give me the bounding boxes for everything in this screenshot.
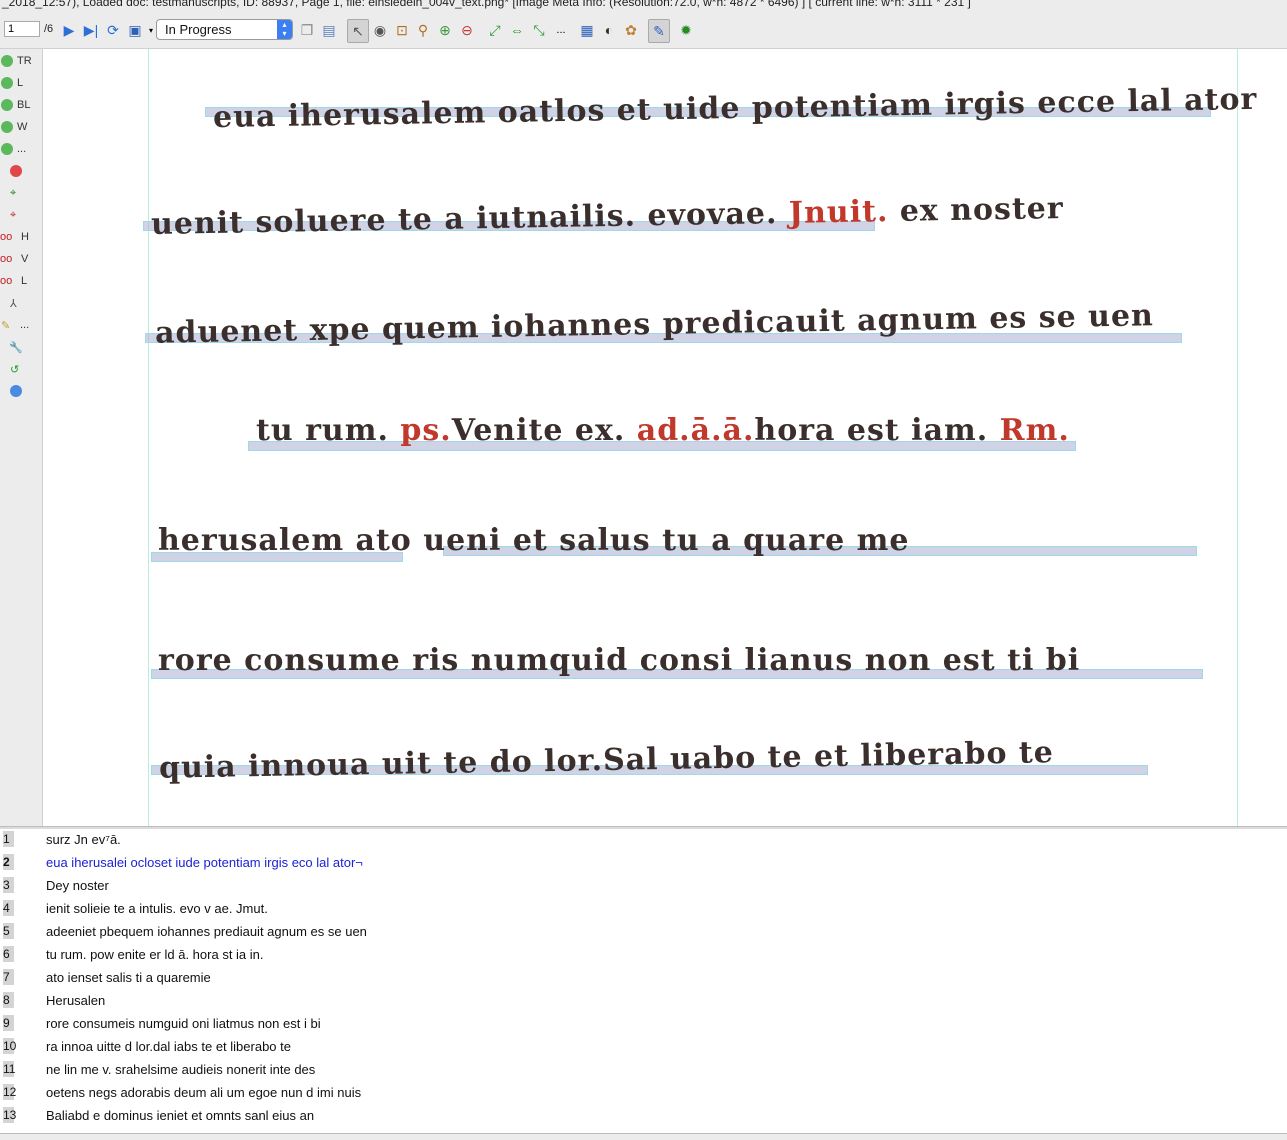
transcription-row[interactable]: 5 adeeniet pbequem iohannes prediauit agn… bbox=[0, 921, 1287, 944]
manuscript-line-6[interactable]: rore consume ris numquid consi lianus no… bbox=[158, 643, 1080, 678]
select-arrow-icon[interactable]: ↖ bbox=[347, 19, 369, 43]
transcription-row[interactable]: 11 ne lin me v. srahelsime audieis noneri… bbox=[0, 1059, 1287, 1082]
edit-more-button[interactable]: ✎... bbox=[0, 316, 42, 336]
transcription-list: 1 surz Jn ev⁷ā. 2 eua iherusalei ocloset i… bbox=[0, 829, 1287, 1139]
add-point-button[interactable]: ⌖ bbox=[0, 184, 42, 204]
merge-icon: ⅄ bbox=[10, 298, 17, 310]
help-button[interactable] bbox=[0, 382, 42, 402]
window-title-bar: _2018_12:57), Loaded doc: testmanuscript… bbox=[0, 0, 1287, 12]
last-page-icon[interactable]: ▶| bbox=[82, 21, 100, 39]
add-line-button[interactable]: L bbox=[0, 74, 42, 94]
split-icon: oo bbox=[0, 253, 13, 265]
eye-icon[interactable]: ◉ bbox=[371, 21, 389, 39]
edit-icon[interactable]: ✎ bbox=[648, 19, 670, 43]
window-title: _2018_12:57), Loaded doc: testmanuscript… bbox=[2, 0, 971, 9]
tools-button[interactable]: 🔧 bbox=[0, 338, 42, 358]
transcription-row[interactable]: 7 ato ienset salis ti a quaremie bbox=[0, 967, 1287, 990]
split-line-button[interactable]: oo L bbox=[0, 272, 42, 292]
palette-icon[interactable]: ✿ bbox=[622, 21, 640, 39]
region-border-right bbox=[1237, 49, 1238, 826]
transcription-row[interactable]: 1 surz Jn ev⁷ā. bbox=[0, 829, 1287, 852]
zoom-icon[interactable]: ⚲ bbox=[414, 21, 432, 39]
shape-tools-sidebar: TR L BL W ... ⌖ ⌖ oo H oo V oo L ⅄ ✎... 🔧 ↺ bbox=[0, 49, 43, 826]
manuscript-line-4[interactable]: tu rum. ps.Venite ex. ad.ā.ā.hora est ia… bbox=[256, 413, 1070, 448]
transcription-row-selected[interactable]: 2 eua iherusalei ocloset iude potentiam i… bbox=[0, 852, 1287, 875]
split-horizontal-button[interactable]: oo H bbox=[0, 228, 42, 248]
help-icon bbox=[10, 385, 22, 397]
split-vertical-button[interactable]: oo V bbox=[0, 250, 42, 270]
add-icon bbox=[1, 99, 13, 111]
add-icon bbox=[1, 121, 13, 133]
status-select[interactable]: In Progress ▴ ▾ bbox=[156, 19, 293, 40]
split-icon: oo bbox=[0, 275, 13, 287]
page-icon[interactable]: ▤ bbox=[320, 21, 338, 39]
main-toolbar: 1 /6 ▶ ▶| ⟳ ▣ ▾ In Progress ▴ ▾ ❐ ▤ ↖ ◉ ⊡… bbox=[0, 12, 1287, 49]
transcription-row[interactable]: 9 rore consumeis numguid oni liatmus non … bbox=[0, 1013, 1287, 1036]
add-baseline-button[interactable]: BL bbox=[0, 96, 42, 116]
select-arrows-icon: ▴ ▾ bbox=[277, 20, 292, 39]
manuscript-line-7[interactable]: quia innoua uit te do lor.Sal uabo te et… bbox=[159, 735, 1054, 786]
bug-icon[interactable]: ✹ bbox=[677, 21, 695, 39]
remove-shape-icon: ⌖ bbox=[10, 209, 17, 221]
transcription-row[interactable]: 3 Dey noster bbox=[0, 875, 1287, 898]
add-word-button[interactable]: W bbox=[0, 118, 42, 138]
delete-shape-button[interactable] bbox=[0, 162, 42, 182]
fit-page-icon[interactable]: ⤢ bbox=[486, 21, 504, 39]
zoom-box-icon[interactable]: ⊡ bbox=[393, 21, 411, 39]
manuscript-line-5[interactable]: herusalem ato ueni et salus tu a quare m… bbox=[158, 523, 909, 558]
transcription-row[interactable]: 10 ra innoa uitte d lor.dal iabs te et li… bbox=[0, 1036, 1287, 1059]
page-total-label: /6 bbox=[44, 23, 54, 35]
page-number-input[interactable]: 1 bbox=[4, 21, 40, 37]
transcription-row[interactable]: 4 ienit solieie te a intulis. evo v ae. J… bbox=[0, 898, 1287, 921]
zoom-in-icon[interactable]: ⊕ bbox=[436, 21, 454, 39]
add-icon bbox=[1, 143, 13, 155]
fit-width-icon[interactable]: ⇔ bbox=[508, 21, 526, 39]
edit-icon: ✎ bbox=[1, 320, 11, 332]
status-select-value: In Progress bbox=[165, 22, 232, 37]
undo-icon: ↺ bbox=[10, 364, 20, 376]
more-icon[interactable]: ... bbox=[552, 21, 570, 39]
image-canvas[interactable]: eua iherusalem oatlos et uide potentiam … bbox=[43, 49, 1287, 826]
add-text-region-button[interactable]: TR bbox=[0, 52, 42, 72]
manuscript-line-1[interactable]: eua iherusalem oatlos et uide potentiam … bbox=[213, 82, 1258, 135]
image-icon[interactable]: ▦ bbox=[578, 21, 596, 39]
undo-button[interactable]: ↺ bbox=[0, 360, 42, 380]
fit-height-icon[interactable]: ⤡ bbox=[530, 21, 548, 39]
transcription-row[interactable]: 6 tu rum. pow enite er ld ā. hora st ia i… bbox=[0, 944, 1287, 967]
transcription-row[interactable]: 12 oetens negs adorabis deum ali um egoe … bbox=[0, 1082, 1287, 1105]
add-more-button[interactable]: ... bbox=[0, 140, 42, 160]
delete-icon bbox=[10, 165, 22, 177]
wrench-icon: 🔧 bbox=[9, 342, 23, 354]
add-shape-icon: ⌖ bbox=[10, 187, 17, 199]
contrast-icon[interactable]: ◐ bbox=[600, 21, 618, 39]
merge-button[interactable]: ⅄ bbox=[0, 294, 42, 314]
add-icon bbox=[1, 55, 13, 67]
region-border-left bbox=[148, 49, 149, 826]
zoom-out-icon[interactable]: ⊖ bbox=[458, 21, 476, 39]
split-icon: oo bbox=[0, 231, 13, 243]
copy-icon[interactable]: ❐ bbox=[298, 21, 316, 39]
reload-icon[interactable]: ⟳ bbox=[104, 21, 122, 39]
remove-point-button[interactable]: ⌖ bbox=[0, 206, 42, 226]
add-icon bbox=[1, 77, 13, 89]
manuscript-line-2[interactable]: uenit soluere te a iutnailis. evovae. Jn… bbox=[151, 191, 1064, 242]
next-page-icon[interactable]: ▶ bbox=[60, 21, 78, 39]
transcription-row[interactable]: 13 Baliabd e dominus ieniet et omnts sanl… bbox=[0, 1105, 1287, 1128]
transcription-row[interactable]: 8 Herusalen bbox=[0, 990, 1287, 1013]
